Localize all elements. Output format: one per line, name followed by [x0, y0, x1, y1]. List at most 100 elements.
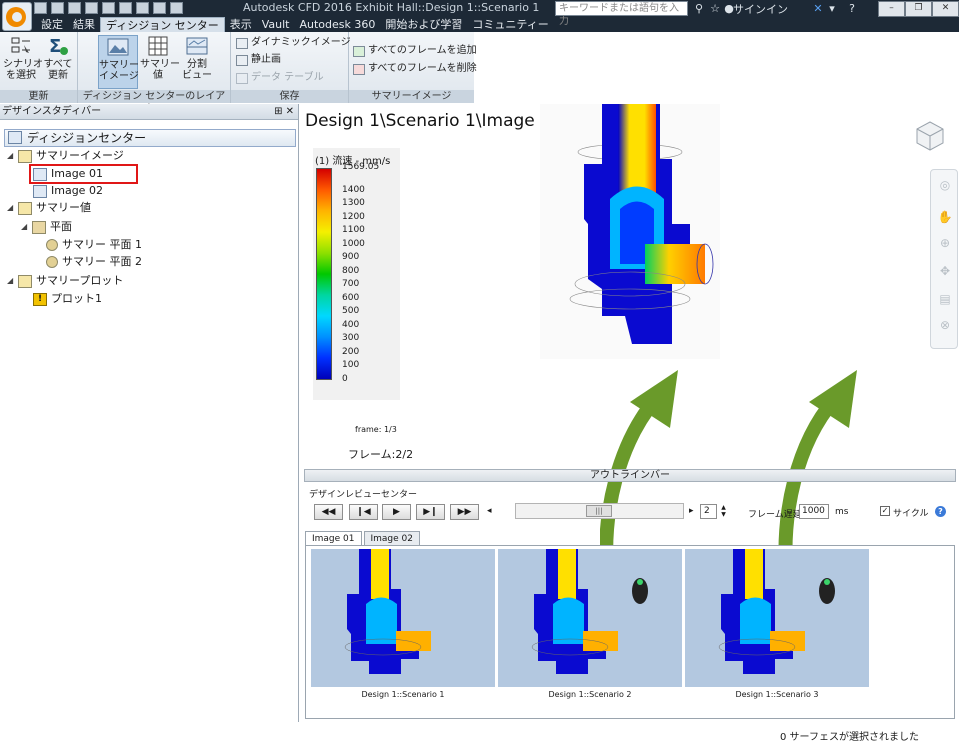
- collapse-icon[interactable]: ◢: [7, 149, 14, 163]
- summary-image-panel: すべてのフレームを追加 すべてのフレームを削除 サマリーイメージ: [349, 32, 477, 103]
- main-view: Design 1\Scenario 1\Image 01 (1) 流速 - mm…: [300, 104, 959, 745]
- thumbnail-caption: Design 1::Scenario 3: [735, 690, 819, 699]
- look-icon[interactable]: ▤: [937, 292, 953, 306]
- thumbnail-scenario-1[interactable]: [311, 549, 495, 687]
- tree-plot-1[interactable]: ! プロット1: [33, 292, 102, 306]
- cfd-valve-render: [540, 104, 720, 359]
- fast-forward-button[interactable]: ▶▶: [450, 504, 479, 520]
- tree-image-02[interactable]: Image 02: [33, 184, 103, 198]
- cycle-checkbox[interactable]: ✓: [880, 506, 890, 516]
- slider-thumb[interactable]: |||: [586, 505, 612, 517]
- tab-image-02[interactable]: Image 02: [363, 531, 420, 546]
- legend-tick-label: 1400: [342, 185, 365, 195]
- design-review-center-title: デザインレビューセンター: [309, 490, 418, 500]
- split-view-button[interactable]: 分割 ビュー: [180, 35, 214, 81]
- frame-number-input[interactable]: 2: [700, 504, 717, 519]
- application-menu-button[interactable]: [2, 2, 32, 31]
- export-icon[interactable]: [170, 2, 183, 14]
- help-icon[interactable]: ?: [935, 506, 946, 517]
- viewcube-icon[interactable]: [913, 117, 947, 151]
- print-icon[interactable]: [153, 2, 166, 14]
- tab-setup[interactable]: 設定: [36, 17, 68, 32]
- legend-tick-label: 500: [342, 306, 360, 316]
- collapse-icon[interactable]: ◢: [21, 220, 28, 234]
- summary-value-layout-button[interactable]: サマリー 値: [140, 35, 180, 81]
- tab-get-started[interactable]: 開始および学習: [380, 17, 467, 32]
- pin-close-icon[interactable]: ⊞ ✕: [274, 104, 294, 120]
- star-icon[interactable]: ☆: [709, 3, 721, 15]
- frame-spinner[interactable]: ▲ ▼: [719, 504, 728, 519]
- tab-results[interactable]: 結果: [68, 17, 100, 32]
- update-all-button[interactable]: Σ すべて 更新: [41, 35, 75, 81]
- minimize-button[interactable]: –: [878, 1, 905, 17]
- tab-view[interactable]: 表示: [225, 17, 257, 32]
- frame-slider[interactable]: |||: [515, 503, 684, 519]
- image-icon: [33, 184, 47, 198]
- undo-icon[interactable]: [102, 2, 115, 14]
- plane-item-icon: [46, 256, 58, 268]
- new-file-icon[interactable]: [34, 2, 47, 14]
- tab-decision-center[interactable]: ディシジョン センター: [100, 17, 225, 32]
- tab-autodesk-360[interactable]: Autodesk 360: [295, 17, 381, 32]
- slider-right-arrow[interactable]: ▸: [689, 506, 694, 516]
- add-all-frames-button[interactable]: すべてのフレームを追加: [353, 45, 477, 57]
- tree-plane[interactable]: ◢ 平面: [21, 220, 72, 234]
- dynamic-image-button[interactable]: ダイナミックイメージ: [236, 37, 351, 49]
- step-forward-button[interactable]: ▶❙: [416, 504, 445, 520]
- outline-bar-toggle[interactable]: アウトラインバー: [304, 469, 956, 482]
- legend-tick-label: 1300: [342, 198, 365, 208]
- tree-summary-plane-2[interactable]: サマリー 平面 2: [46, 255, 142, 269]
- thumbnail-scenario-3[interactable]: [685, 549, 869, 687]
- orbit-icon[interactable]: ✥: [937, 264, 953, 278]
- play-button[interactable]: ▶: [382, 504, 411, 520]
- step-back-button[interactable]: ❙◀: [349, 504, 378, 520]
- folder-icon[interactable]: [136, 2, 149, 14]
- redo-icon[interactable]: [119, 2, 132, 14]
- tree-summary-values[interactable]: ◢ サマリー値: [7, 201, 91, 215]
- save-icon[interactable]: [68, 2, 81, 14]
- tab-vault[interactable]: Vault: [257, 17, 295, 32]
- ribbon-tabs: 設定 結果 ディシジョン センター 表示 Vault Autodesk 360 …: [36, 17, 554, 32]
- zoom-icon[interactable]: ⊕: [937, 236, 953, 250]
- collapse-icon[interactable]: ◢: [7, 201, 14, 215]
- center-icon[interactable]: ⊗: [937, 318, 953, 332]
- close-button[interactable]: ✕: [932, 1, 959, 17]
- remove-all-frames-button[interactable]: すべてのフレームを削除: [353, 63, 477, 75]
- legend-tick-label: 0: [342, 374, 348, 384]
- legend-tick-label: 300: [342, 333, 360, 343]
- folder-icon: [18, 149, 32, 163]
- pan-hand-icon[interactable]: ✋: [937, 210, 953, 224]
- legend-tick-label: 200: [342, 347, 360, 357]
- legend-tick-label: 1569.05: [342, 162, 380, 172]
- tab-image-01[interactable]: Image 01: [305, 531, 362, 546]
- decision-center-root[interactable]: ディシジョンセンター: [4, 129, 296, 147]
- binoculars-icon[interactable]: ⚲: [693, 3, 705, 15]
- tree-summary-plots[interactable]: ◢ サマリープロット: [7, 274, 123, 288]
- select-scenario-button[interactable]: シナリオ を選択: [3, 35, 43, 81]
- dynamic-image-icon: [236, 37, 248, 49]
- restore-button[interactable]: ❐: [905, 1, 932, 17]
- tree-summary-plane-1[interactable]: サマリー 平面 1: [46, 238, 142, 252]
- frame-counter: フレーム:2/2: [348, 448, 414, 461]
- open-file-icon[interactable]: [51, 2, 64, 14]
- thumbnail-scenario-2[interactable]: [498, 549, 682, 687]
- tree-summary-images[interactable]: ◢ サマリーイメージ: [7, 149, 124, 163]
- slider-left-arrow[interactable]: ◂: [487, 506, 492, 516]
- decision-center-icon: [8, 131, 22, 144]
- sign-in-button[interactable]: サインイン: [733, 1, 788, 17]
- data-table-button[interactable]: データ テーブル: [236, 72, 324, 84]
- still-image-button[interactable]: 静止画: [236, 54, 281, 66]
- search-input[interactable]: キーワードまたは語句を入力: [555, 1, 688, 27]
- tab-community[interactable]: コミュニティー: [467, 17, 553, 32]
- rewind-button[interactable]: ◀◀: [314, 504, 343, 520]
- collapse-icon[interactable]: ◢: [7, 274, 14, 288]
- apps-icon[interactable]: ▾: [826, 3, 838, 15]
- window-controls: – ❐ ✕: [878, 1, 959, 17]
- save-as-icon[interactable]: [85, 2, 98, 14]
- exchange-icon[interactable]: ✕: [812, 3, 824, 15]
- help-icon[interactable]: ?: [846, 3, 858, 15]
- summary-image-layout-button[interactable]: サマリー イメージ: [98, 35, 139, 89]
- steering-wheel-icon[interactable]: ◎: [937, 178, 953, 192]
- legend-tick-label: 900: [342, 252, 360, 262]
- frame-delay-input[interactable]: 1000: [799, 504, 829, 519]
